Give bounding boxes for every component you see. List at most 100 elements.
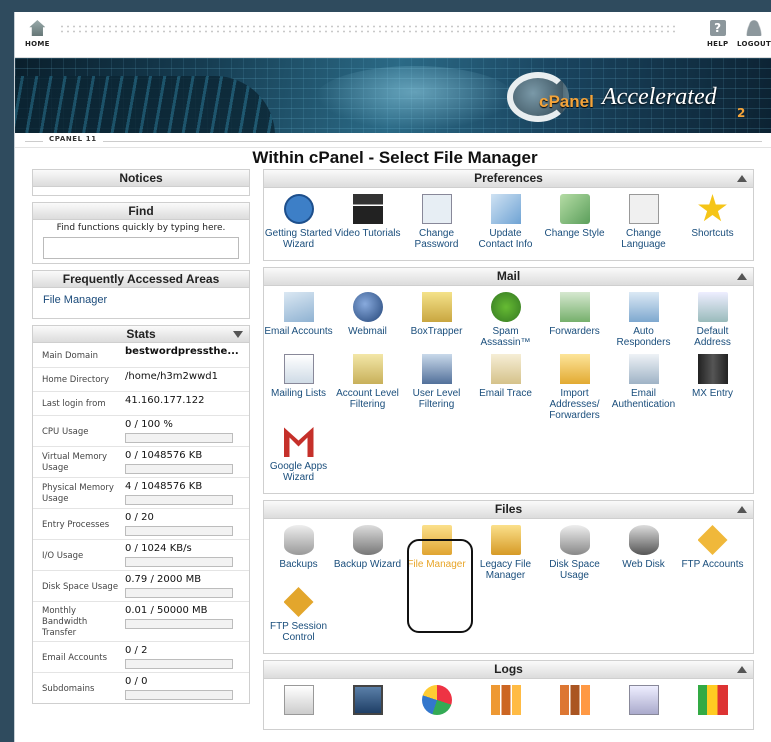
stats-value: 4 / 1048576 KB — [125, 481, 203, 492]
item-ftp-accounts[interactable]: FTP Accounts — [678, 525, 747, 581]
find-hint: Find functions quickly by typing here. — [56, 223, 226, 233]
stats-value-cell: 0 / 20 — [121, 509, 249, 539]
collapse-up-icon[interactable] — [737, 506, 747, 513]
stats-label: Disk Space Usage — [42, 581, 119, 592]
item-bar-chart-2[interactable] — [540, 685, 609, 719]
item-label: Change Password — [414, 228, 459, 250]
trace-icon — [490, 354, 521, 384]
stats-row: CPU Usage 0 / 100 % — [33, 415, 249, 446]
banner-cables — [15, 76, 275, 133]
section-preferences: Preferences Getting Started Wizard Video T… — [263, 169, 754, 261]
stats-label: Email Accounts — [42, 652, 108, 663]
item-user-level-filtering[interactable]: User Level Filtering — [402, 354, 471, 421]
item-stats-chart[interactable] — [678, 685, 747, 719]
item-forwarders[interactable]: Forwarders — [540, 292, 609, 348]
user-filter-icon — [421, 354, 452, 384]
item-disk-space-usage[interactable]: Disk Space Usage — [540, 525, 609, 581]
password-icon — [421, 194, 452, 224]
section-header[interactable]: Logs — [264, 661, 753, 679]
bar-chart-icon — [490, 685, 521, 715]
item-email-accounts[interactable]: Email Accounts — [264, 292, 333, 348]
item-spam-assassin[interactable]: Spam Assassin™ — [471, 292, 540, 348]
item-label: FTP Accounts — [681, 559, 744, 570]
stats-label: I/O Usage — [42, 550, 84, 561]
collapse-up-icon[interactable] — [737, 666, 747, 673]
stats-row: Last login from 41.160.177.122 — [33, 391, 249, 415]
section-header[interactable]: Mail — [264, 268, 753, 286]
section-title: Logs — [494, 662, 523, 676]
item-default-address[interactable]: Default Address — [678, 292, 747, 348]
item-import-addresses-forwarders[interactable]: Import Addresses/ Forwarders — [540, 354, 609, 421]
default-address-icon — [697, 292, 728, 322]
style-icon — [559, 194, 590, 224]
item-log-page[interactable] — [609, 685, 678, 719]
clapperboard-icon — [352, 194, 383, 224]
item-getting-started-wizard[interactable]: Getting Started Wizard — [264, 194, 333, 250]
stats-value-cell: 0 / 1048576 KB — [121, 447, 249, 477]
item-label: Backup Wizard — [333, 559, 402, 570]
legacy-folder-icon — [490, 525, 521, 555]
item-shortcuts[interactable]: Shortcuts — [678, 194, 747, 250]
item-bar-chart[interactable] — [471, 685, 540, 719]
item-change-language[interactable]: Change Language — [609, 194, 678, 250]
stats-value-cell: /home/h3m2wwd1 — [121, 368, 249, 391]
item-update-contact-info[interactable]: Update Contact Info — [471, 194, 540, 250]
left-column: Notices Find Find functions quickly by t… — [32, 169, 250, 710]
section-files: Files Backups Backup Wizard File Manager Leg… — [263, 500, 754, 654]
collapse-up-icon[interactable] — [737, 175, 747, 182]
home-label: HOME — [25, 40, 50, 48]
section-header[interactable]: Files — [264, 501, 753, 519]
stats-row: Home Directory/home/h3m2wwd1 — [33, 367, 249, 391]
find-input[interactable] — [43, 237, 239, 259]
item-webmail[interactable]: Webmail — [333, 292, 402, 348]
stats-row: Virtual Memory Usage 0 / 1048576 KB — [33, 446, 249, 477]
item-mx-entry[interactable]: MX Entry — [678, 354, 747, 421]
item-monitor[interactable] — [333, 685, 402, 719]
section-header[interactable]: Preferences — [264, 170, 753, 188]
item-email-authentication[interactable]: Email Authentication — [609, 354, 678, 421]
stats-header[interactable]: Stats — [33, 326, 249, 343]
item-auto-responders[interactable]: Auto Responders — [609, 292, 678, 348]
stats-value-cell: 0.01 / 50000 MB — [121, 602, 249, 641]
item-label: Default Address — [694, 326, 731, 348]
logout-button[interactable]: LOGOUT — [737, 20, 771, 48]
item-boxtrapper[interactable]: BoxTrapper — [402, 292, 471, 348]
section-mail: Mail Email Accounts Webmail BoxTrapper Spam … — [263, 267, 754, 494]
item-mailing-lists[interactable]: Mailing Lists — [264, 354, 333, 421]
banner-globe — [315, 66, 515, 131]
item-email-trace[interactable]: Email Trace — [471, 354, 540, 421]
version-divider — [25, 141, 762, 142]
item-label: Backups — [279, 559, 318, 570]
item-account-level-filtering[interactable]: Account Level Filtering — [333, 354, 402, 421]
notices-title: Notices — [33, 170, 249, 187]
item-change-password[interactable]: Change Password — [402, 194, 471, 250]
stats-label: Home Directory — [42, 375, 109, 385]
home-button[interactable]: HOME — [25, 20, 50, 48]
section-items: Backups Backup Wizard File Manager Legacy F… — [264, 519, 753, 653]
stats-value-cell: 0 / 2 — [121, 642, 249, 672]
item-web-disk[interactable]: Web Disk — [609, 525, 678, 581]
item-label: Disk Space Usage — [549, 559, 600, 581]
autoresponder-icon — [628, 292, 659, 322]
item-backup-wizard[interactable]: Backup Wizard — [333, 525, 402, 581]
item-log-list[interactable] — [264, 685, 333, 719]
star-icon — [698, 194, 727, 222]
item-backups[interactable]: Backups — [264, 525, 333, 581]
collapse-arrow-icon[interactable] — [233, 331, 243, 338]
section-title: Files — [494, 502, 523, 516]
faa-box: Frequently Accessed Areas File Manager — [32, 270, 250, 319]
mailing-list-icon — [283, 354, 314, 384]
item-ftp-session-control[interactable]: FTP Session Control — [264, 587, 333, 643]
spamassassin-icon — [490, 292, 521, 322]
stats-value-cell: bestwordpressthe... — [121, 343, 249, 367]
item-video-tutorials[interactable]: Video Tutorials — [333, 194, 402, 250]
item-label: FTP Session Control — [269, 621, 328, 643]
faa-file-manager-link[interactable]: File Manager — [33, 288, 249, 318]
collapse-up-icon[interactable] — [737, 273, 747, 280]
help-button[interactable]: ? HELP — [707, 20, 728, 48]
stats-label: Physical Memory Usage — [42, 483, 114, 504]
item-pie-chart[interactable] — [402, 685, 471, 719]
item-legacy-file-manager[interactable]: Legacy File Manager — [471, 525, 540, 581]
item-change-style[interactable]: Change Style — [540, 194, 609, 250]
item-google-apps-wizard[interactable]: Google Apps Wizard — [264, 427, 333, 483]
